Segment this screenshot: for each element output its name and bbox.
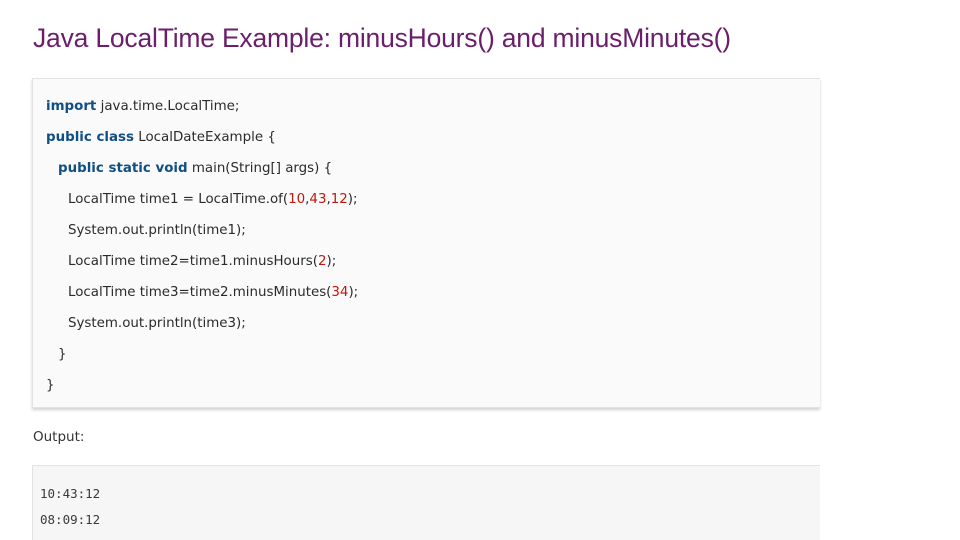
code-keyword: public static void	[58, 161, 188, 176]
code-number: 34	[331, 285, 349, 300]
code-line-time1-declaration: LocalTime time1 = LocalTime.of(10,43,12)…	[68, 189, 358, 211]
code-text: LocalTime time2=time1.minusHours(	[68, 254, 318, 269]
output-line: 10:43:12	[40, 486, 101, 501]
code-block: import java.time.LocalTime; public class…	[32, 78, 820, 408]
code-line-close-class: }	[46, 378, 55, 393]
code-text: LocalDateExample {	[134, 130, 276, 145]
code-text: );	[348, 285, 359, 300]
page-title: Java LocalTime Example: minusHours() and…	[33, 23, 731, 53]
code-text: LocalTime time3=time2.minusMinutes(	[68, 285, 332, 300]
output-block: 10:43:12 08:09:12	[32, 465, 820, 540]
code-text: main(String[] args) {	[187, 161, 333, 176]
output-line: 08:09:12	[40, 512, 101, 527]
code-number: 43	[309, 192, 327, 207]
code-line-close-method: }	[58, 347, 67, 362]
code-line-time3-declaration: LocalTime time3=time2.minusMinutes(34);	[68, 282, 358, 304]
code-number: 10	[288, 192, 306, 207]
code-keyword: public class	[46, 130, 134, 145]
code-line-print-time1: System.out.println(time1);	[68, 223, 246, 238]
code-number: 12	[330, 192, 348, 207]
code-text: );	[347, 192, 358, 207]
code-line-print-time3: System.out.println(time3);	[68, 316, 246, 331]
code-line-time2-declaration: LocalTime time2=time1.minusHours(2);	[68, 251, 336, 273]
code-keyword: import	[46, 99, 97, 114]
code-text: );	[326, 254, 337, 269]
code-line-main-method: public static void main(String[] args) {	[58, 158, 332, 180]
code-text: java.time.LocalTime;	[96, 99, 240, 114]
code-line-class-declaration: public class LocalDateExample {	[46, 127, 276, 149]
code-text: LocalTime time1 = LocalTime.of(	[68, 192, 289, 207]
code-line-import: import java.time.LocalTime;	[46, 96, 239, 118]
output-label: Output:	[33, 429, 85, 445]
